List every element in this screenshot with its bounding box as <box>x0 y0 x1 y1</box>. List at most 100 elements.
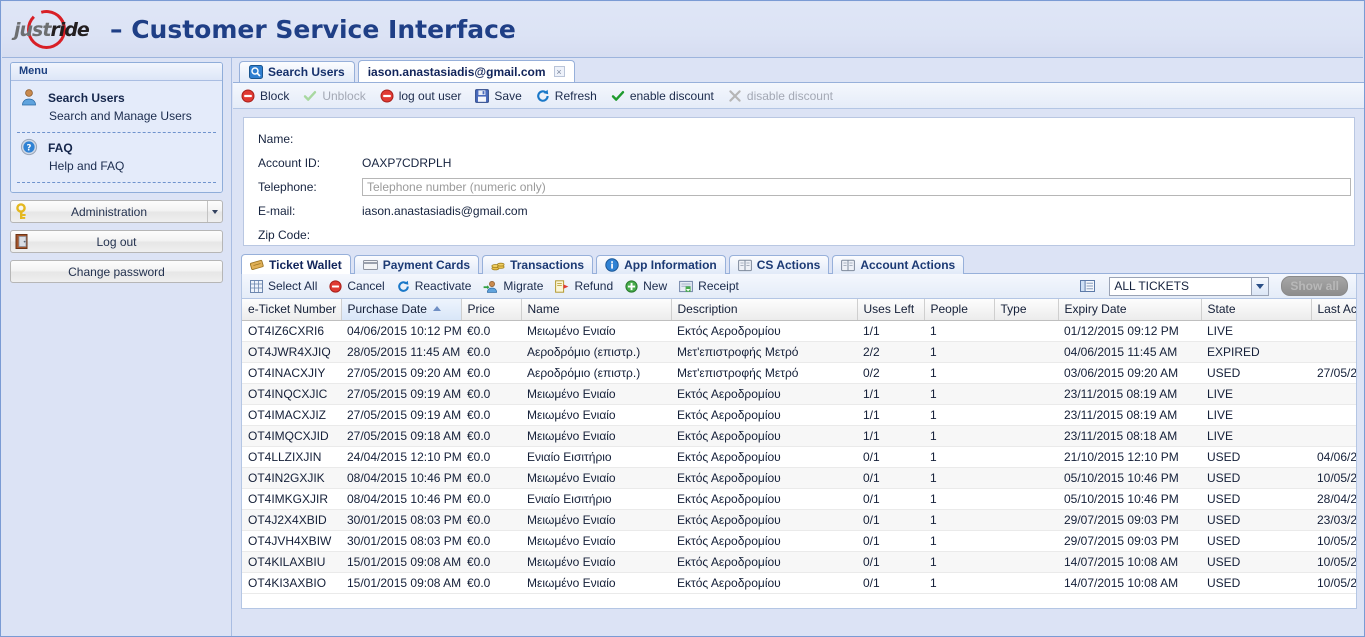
column-header-name[interactable]: Name <box>521 299 672 321</box>
tab-cs-actions[interactable]: CS Actions <box>728 255 830 274</box>
change-password-button-label: Change password <box>68 264 165 279</box>
cell-lastact <box>1311 320 1356 342</box>
menu-panel: Menu Search Users Search and Manage User… <box>10 62 223 193</box>
cancel-button[interactable]: Cancel <box>329 279 385 293</box>
column-header-label: Description <box>677 302 738 317</box>
chevron-down-icon[interactable] <box>1251 277 1269 295</box>
select-all-button[interactable]: Select All <box>250 279 317 293</box>
cell-state: USED <box>1201 362 1311 384</box>
chevron-down-icon <box>212 209 218 214</box>
column-header-label: Type <box>1000 302 1027 317</box>
log-out-user-button[interactable]: log out user <box>380 89 461 103</box>
columns-icon[interactable] <box>1080 279 1096 293</box>
table-row[interactable]: OT4IZ6CXRI6 04/06/2015 10:12 PM €0.0 Μειωμέ… <box>242 320 1356 342</box>
cell-price: €0.0 <box>461 425 521 447</box>
block-button-label: Block <box>260 88 290 103</box>
migrate-button[interactable]: Migrate <box>483 279 543 293</box>
enable-discount-button[interactable]: enable discount <box>611 89 714 103</box>
telephone-input[interactable] <box>362 178 1351 196</box>
cell-uses: 2/2 <box>857 341 924 363</box>
tab-ticket-wallet[interactable]: Ticket Wallet <box>241 254 351 274</box>
table-row[interactable]: OT4IMQCXJID 27/05/2015 09:18 AM €0.0 Μειωμέ… <box>242 425 1356 447</box>
refresh-button[interactable]: Refresh <box>536 89 597 103</box>
reactivate-button[interactable]: Reactivate <box>397 279 471 293</box>
table-row[interactable]: OT4KILAXBIU 15/01/2015 09:08 AM €0.0 Μειωμέ… <box>242 551 1356 573</box>
cell-description: Εκτός Αεροδρομίου <box>671 320 857 342</box>
sidebar-item-search-users[interactable]: Search Users Search and Manage Users <box>11 86 222 128</box>
new-label: New <box>643 279 668 293</box>
column-header-type[interactable]: Type <box>994 299 1059 321</box>
cell-purchase: 27/05/2015 09:19 AM <box>341 383 461 405</box>
column-header-purchase[interactable]: Purchase Date <box>341 299 462 321</box>
save-button-label: Save <box>494 88 522 103</box>
table-row[interactable]: OT4IMKGXJIR 08/04/2015 10:46 PM €0.0 Ενιαίο… <box>242 488 1356 510</box>
table-row[interactable]: OT4LLZIXJIN 24/04/2015 12:10 PM €0.0 Ενιαίο… <box>242 446 1356 468</box>
tab-label: Account Actions <box>860 258 956 272</box>
table-row[interactable]: OT4INQCXJIC 27/05/2015 09:19 AM €0.0 Μειωμέ… <box>242 383 1356 405</box>
table-row[interactable]: OT4KI3AXBIO 15/01/2015 09:08 AM €0.0 Μειωμέ… <box>242 572 1356 594</box>
administration-button[interactable]: Administration <box>10 200 223 223</box>
table-row[interactable]: OT4J2X4XBID 30/01/2015 08:03 PM €0.0 Μειωμέ… <box>242 509 1356 531</box>
cell-type <box>994 383 1058 405</box>
tab-app-information[interactable]: App Information <box>596 255 726 274</box>
ticket-wallet-grid[interactable]: e-Ticket Number Purchase Date Price Name Des… <box>241 299 1357 609</box>
account-id-label: Account ID: <box>258 156 321 170</box>
refresh-icon <box>536 89 550 103</box>
search-icon <box>249 65 263 79</box>
cell-name: Ενιαίο Εισιτήριο <box>521 488 671 510</box>
show-all-button[interactable]: Show all <box>1281 276 1348 296</box>
administration-dropdown-toggle[interactable] <box>207 201 222 222</box>
ticket-grid-toolbar: Select All Cancel Reactivate Migrate Ref… <box>241 274 1357 299</box>
cell-uses: 1/1 <box>857 404 924 426</box>
column-header-label: State <box>1207 302 1236 317</box>
change-password-button[interactable]: Change password <box>10 260 223 283</box>
name-label: Name: <box>258 132 294 146</box>
disable-discount-button[interactable]: disable discount <box>728 89 833 103</box>
table-row[interactable]: OT4INACXJIY 27/05/2015 09:20 AM €0.0 Αεροδρ… <box>242 362 1356 384</box>
cell-price: €0.0 <box>461 467 521 489</box>
unblock-button[interactable]: Unblock <box>303 89 366 103</box>
table-row[interactable]: OT4JVH4XBIW 30/01/2015 08:03 PM €0.0 Μειωμέ… <box>242 530 1356 552</box>
administration-button-label: Administration <box>70 204 148 219</box>
close-icon[interactable]: × <box>553 66 565 77</box>
cell-state: USED <box>1201 530 1311 552</box>
save-button[interactable]: Save <box>475 88 522 103</box>
table-row[interactable]: OT4IN2GXJIK 08/04/2015 10:46 PM €0.0 Μειωμέ… <box>242 467 1356 489</box>
new-button[interactable]: New <box>625 279 667 293</box>
tab-user-detail[interactable]: iason.anastasiadis@gmail.com × <box>357 60 575 82</box>
cell-state: LIVE <box>1201 425 1311 447</box>
migrate-label: Migrate <box>503 279 544 293</box>
column-header-eticket[interactable]: e-Ticket Number <box>242 299 342 321</box>
sidebar-item-faq[interactable]: ? FAQ Help and FAQ <box>11 136 222 178</box>
table-row[interactable]: OT4IMACXJIZ 27/05/2015 09:19 AM €0.0 Μειωμέ… <box>242 404 1356 426</box>
cell-type <box>994 362 1058 384</box>
page-title: – Customer Service Interface <box>110 15 516 44</box>
column-header-lastact[interactable]: Last Activation <box>1311 299 1356 321</box>
cell-state: USED <box>1201 572 1311 594</box>
block-button[interactable]: Block <box>241 89 289 103</box>
refund-button[interactable]: Refund <box>555 279 613 293</box>
cell-name: Μειωμένο Ενιαίο <box>521 551 671 573</box>
tab-payment-cards[interactable]: Payment Cards <box>353 255 480 274</box>
table-row[interactable]: OT4JWR4XJIQ 28/05/2015 11:45 AM €0.0 Αεροδρ… <box>242 341 1356 363</box>
receipt-button[interactable]: Receipt <box>679 279 739 293</box>
tab-transactions[interactable]: Transactions <box>482 255 594 274</box>
cell-uses: 0/1 <box>857 572 924 594</box>
cell-expiry: 05/10/2015 10:46 PM <box>1058 488 1201 510</box>
column-header-price[interactable]: Price <box>461 299 522 321</box>
column-header-description[interactable]: Description <box>671 299 858 321</box>
column-header-people[interactable]: People <box>924 299 995 321</box>
tab-search-users[interactable]: Search Users <box>239 61 355 82</box>
cell-purchase: 30/01/2015 08:03 PM <box>341 530 461 552</box>
cell-eticket: OT4KILAXBIU <box>242 551 341 573</box>
svg-text:?: ? <box>27 144 32 154</box>
tab-account-actions[interactable]: Account Actions <box>832 255 965 274</box>
refund-icon <box>555 279 569 293</box>
logout-button[interactable]: Log out <box>10 230 223 253</box>
column-header-uses[interactable]: Uses Left <box>857 299 925 321</box>
cell-purchase: 15/01/2015 09:08 AM <box>341 572 461 594</box>
column-header-state[interactable]: State <box>1201 299 1312 321</box>
ticket-filter-select[interactable]: ALL TICKETS <box>1109 276 1270 296</box>
column-header-expiry[interactable]: Expiry Date <box>1058 299 1202 321</box>
field-row-email: E-mail: iason.anastasiadis@gmail.com <box>258 199 1354 223</box>
